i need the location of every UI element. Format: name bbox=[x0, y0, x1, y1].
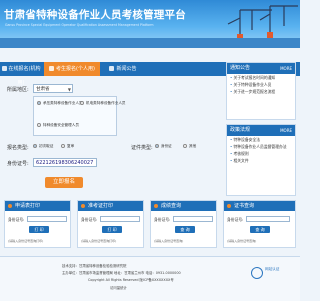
notice-panel-header: 通知公告 MORE bbox=[227, 63, 295, 74]
exam-type-label: 报名类型: bbox=[7, 145, 29, 151]
id-number-label: 身份证号: bbox=[7, 161, 29, 167]
cert-type-other[interactable]: 其他 bbox=[183, 144, 196, 149]
cert-type-idcard[interactable]: 身份证 bbox=[155, 144, 172, 149]
search-icon bbox=[154, 204, 158, 208]
admission-print-button[interactable]: 打 印 bbox=[102, 226, 122, 233]
footer: 技术支持：甘肃省特种设备检验检测研究院 主办单位：甘肃省市场监督管理局 地址：甘… bbox=[0, 256, 300, 301]
policy-item[interactable]: 相关文件 bbox=[227, 157, 295, 164]
chevron-down-icon: ▼ bbox=[67, 87, 71, 92]
footer-host: 主办单位：甘肃省市场监督管理局 地址：甘肃省兰州市 电话：0931-000000… bbox=[62, 271, 181, 275]
tab-org-register[interactable]: 在线报名(机构用) bbox=[0, 62, 42, 86]
card-application-print: 申请表打印 身份证号: 打 印 (请输入身份证号查询打印) bbox=[4, 200, 71, 248]
card-certificate-query: 证书查询 身份证号: 查 询 (请输入身份证号查询) bbox=[223, 200, 296, 248]
radio-icon bbox=[37, 101, 41, 105]
policy-item[interactable]: 特种设备作业人员监督管理办法 bbox=[227, 143, 295, 150]
certificate-id-input[interactable] bbox=[246, 216, 290, 222]
certificate-icon bbox=[227, 204, 231, 208]
radio-icon bbox=[33, 144, 37, 148]
cert-type-label: 证件类型: bbox=[131, 145, 153, 151]
notice-item[interactable]: 关于考试报名时间的通知 bbox=[227, 74, 295, 81]
admission-id-input[interactable] bbox=[100, 216, 140, 222]
notice-panel: 通知公告 MORE 关于考试报名时间的通知 关于特种设备作业人员 关于进一步规范… bbox=[226, 62, 296, 120]
notice-item[interactable]: 关于进一步规范报名流程 bbox=[227, 88, 295, 95]
print-icon bbox=[81, 204, 85, 208]
user-icon bbox=[49, 66, 55, 71]
radio-icon bbox=[155, 144, 159, 148]
radio-icon bbox=[183, 144, 187, 148]
policy-panel-header: 政策法规 MORE bbox=[227, 125, 295, 136]
news-icon bbox=[109, 66, 115, 71]
radio-icon bbox=[37, 123, 41, 127]
notice-item[interactable]: 关于特种设备作业人员 bbox=[227, 81, 295, 88]
radio-icon bbox=[80, 101, 84, 105]
radio-icon bbox=[61, 144, 65, 148]
policy-more-link[interactable]: MORE bbox=[280, 125, 292, 136]
score-query-button[interactable]: 查 询 bbox=[175, 226, 195, 233]
register-form: 所属地区: 甘肃省 ▼ 承压类特种设备作业人员 机电类特种设备作业人员 特种设备… bbox=[3, 78, 221, 198]
province-select[interactable]: 甘肃省 ▼ bbox=[33, 84, 73, 93]
footer-visit-count: 访问量统计 bbox=[110, 286, 127, 290]
site-verify-text: 网站认证 bbox=[265, 267, 280, 271]
submit-register-button[interactable]: 立即报名 bbox=[45, 177, 83, 188]
tab-news[interactable]: 新闻公告 bbox=[104, 62, 142, 76]
card-admission-print: 准考证打印 身份证号: 打 印 (请输入身份证号查询打印) bbox=[77, 200, 144, 248]
application-id-input[interactable] bbox=[27, 216, 67, 222]
exam-type-review[interactable]: 复审 bbox=[61, 144, 74, 149]
policy-panel: 政策法规 MORE 特种设备安全法 特种设备作业人员监督管理办法 考核规则 相关… bbox=[226, 124, 296, 196]
tab-personal-register[interactable]: 考生报名(个人用) bbox=[44, 62, 100, 76]
print-icon bbox=[8, 204, 12, 208]
province-label: 所属地区: bbox=[7, 87, 29, 93]
category-option-pressure[interactable]: 承压类特种设备作业人员 bbox=[37, 101, 83, 106]
policy-item[interactable]: 特种设备安全法 bbox=[227, 136, 295, 143]
category-option-safety-manager[interactable]: 特种设备安全管理人员 bbox=[37, 123, 79, 128]
footer-tech-support: 技术支持：甘肃省特种设备检验检测研究院 bbox=[62, 264, 127, 268]
page-title: 甘肃省特种设备作业人员考核管理平台 bbox=[4, 9, 186, 21]
policy-item[interactable]: 考核规则 bbox=[227, 150, 295, 157]
exam-type-initial[interactable]: 初次取证 bbox=[33, 144, 53, 149]
score-id-input[interactable] bbox=[173, 216, 213, 222]
building-icon bbox=[1, 66, 7, 71]
site-verify-seal-icon[interactable] bbox=[251, 267, 263, 279]
card-score-query: 成绩查询 身份证号: 查 询 (请输入身份证号查询) bbox=[150, 200, 217, 248]
certificate-query-button[interactable]: 查 询 bbox=[250, 226, 270, 233]
application-print-button[interactable]: 打 印 bbox=[29, 226, 49, 233]
page-subtitle: Gansu Province Special Equipment Operato… bbox=[5, 23, 154, 27]
header-banner: 甘肃省特种设备作业人员考核管理平台 Gansu Province Special… bbox=[0, 0, 300, 48]
id-number-input[interactable]: 622126198306240027 bbox=[33, 158, 97, 167]
category-options: 承压类特种设备作业人员 机电类特种设备作业人员 特种设备安全管理人员 bbox=[33, 96, 126, 136]
notice-more-link[interactable]: MORE bbox=[280, 63, 292, 74]
footer-copyright: Copyright All Rights Reserved 陇ICP备XXXXX… bbox=[88, 278, 174, 282]
category-option-electromechanical[interactable]: 机电类特种设备作业人员 bbox=[80, 101, 126, 106]
